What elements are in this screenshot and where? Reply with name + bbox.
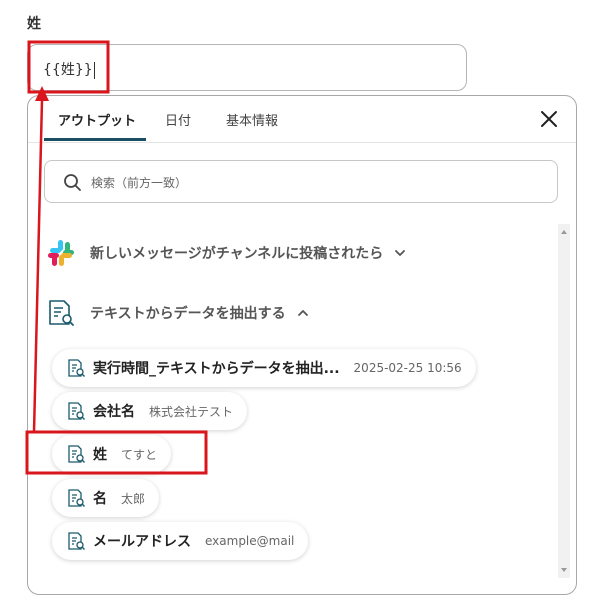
field-label: 姓: [27, 16, 41, 32]
search-icon: [64, 174, 81, 191]
output-value: 株式会社テスト: [149, 404, 234, 419]
chevron-down-icon[interactable]: [393, 246, 407, 260]
chevron-up-icon[interactable]: [296, 306, 310, 320]
document-search-icon: [49, 300, 74, 326]
scroll-up-icon[interactable]: [561, 230, 567, 234]
output-value: example@mail: [205, 534, 295, 548]
document-search-icon: [68, 359, 85, 377]
close-icon[interactable]: [538, 108, 560, 130]
document-search-icon: [68, 402, 85, 420]
output-name: 姓: [93, 447, 107, 463]
section-extract-data[interactable]: テキストからデータを抽出する: [46, 298, 310, 328]
output-picker-panel: アウトプット 日付 基本情報 新しいメッセージがチャンネルに投稿されたら: [27, 95, 577, 595]
tab-output[interactable]: アウトプット: [58, 110, 136, 129]
output-value: 太郎: [121, 491, 146, 506]
output-value: 2025-02-25 10:56: [353, 361, 462, 375]
slack-icon: [48, 240, 74, 266]
output-chip-last-name[interactable]: 姓 てすと: [52, 435, 172, 473]
search-box[interactable]: [44, 160, 558, 203]
output-name: 会社名: [93, 404, 135, 420]
document-search-icon: [68, 532, 85, 550]
document-search-icon: [68, 489, 85, 507]
section-title: テキストからデータを抽出する: [90, 306, 286, 322]
output-value: てすと: [121, 447, 158, 462]
tab-bar: アウトプット 日付 基本情報: [28, 96, 576, 143]
active-tab-indicator: [44, 138, 146, 141]
text-caret: [93, 61, 95, 79]
output-chip-execution-time[interactable]: 実行時間_テキストからデータを抽出... 2025-02-25 10:56: [52, 349, 476, 387]
search-input[interactable]: [89, 172, 533, 194]
output-chip-company[interactable]: 会社名 株式会社テスト: [52, 392, 248, 430]
scroll-down-icon[interactable]: [561, 568, 567, 572]
section-title: 新しいメッセージがチャンネルに投稿されたら: [90, 246, 384, 262]
tab-date[interactable]: 日付: [165, 110, 191, 129]
scrollbar[interactable]: [558, 224, 570, 578]
section-slack-trigger[interactable]: 新しいメッセージがチャンネルに投稿されたら: [46, 238, 407, 268]
tab-basic-info[interactable]: 基本情報: [226, 110, 278, 129]
output-name: 名: [93, 491, 107, 507]
field-input[interactable]: {{姓}}: [27, 44, 467, 91]
field-input-value: {{姓}}: [43, 62, 93, 78]
output-name: 実行時間_テキストからデータを抽出...: [93, 361, 340, 377]
output-chip-first-name[interactable]: 名 太郎: [52, 479, 160, 517]
document-search-icon: [68, 445, 85, 463]
output-name: メールアドレス: [93, 534, 191, 550]
output-chip-email[interactable]: メールアドレス example@mail: [52, 522, 309, 560]
